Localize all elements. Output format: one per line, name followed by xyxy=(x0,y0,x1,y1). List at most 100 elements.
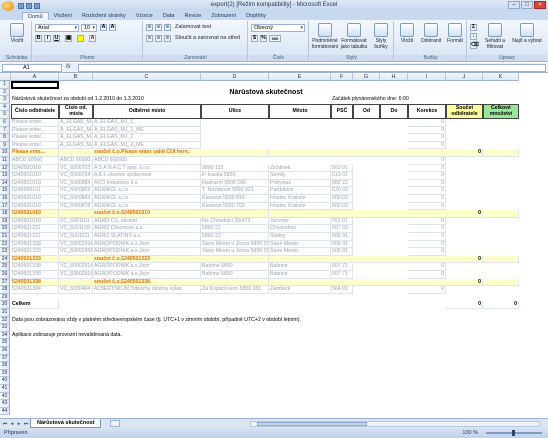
cell-f[interactable]: 563 01 xyxy=(331,164,353,173)
cell-d[interactable]: Batinne 5890 xyxy=(201,263,269,271)
cell-i[interactable]: 0 xyxy=(408,263,446,271)
column-header-d[interactable]: D xyxy=(201,73,269,81)
cell-f[interactable]: 530 03 xyxy=(331,187,353,195)
row-header[interactable]: 5 xyxy=(0,111,10,119)
cell-f[interactable]: 513 01 xyxy=(331,172,353,180)
cell-e[interactable]: Pribyslav xyxy=(269,179,331,188)
cell-f[interactable]: 500 03 xyxy=(331,202,353,211)
cell-d[interactable]: Kluisova 5890 703 xyxy=(201,202,269,211)
cell-c[interactable]: A S A N A C T spol. s r.o. xyxy=(93,164,201,173)
cell-f[interactable]: 551 01 xyxy=(331,217,353,226)
align-bottom-icon[interactable]: ≡ xyxy=(164,24,171,31)
cell-c[interactable]: AGROPODNIK a.s.Jicin xyxy=(93,263,201,271)
cell-j[interactable]: 0 xyxy=(446,149,483,157)
cell-b[interactable]: A_ELGAS_MJ_2 xyxy=(59,141,93,150)
selected-cell-a1[interactable] xyxy=(11,81,59,89)
tab-data[interactable]: Data xyxy=(158,12,180,20)
align-middle-icon[interactable]: ≡ xyxy=(155,24,162,31)
row-header[interactable]: 30 xyxy=(0,301,10,309)
cell-i[interactable]: 0 xyxy=(408,248,446,256)
cell-c[interactable]: AGRO SLATINY a.s. xyxy=(93,233,201,241)
cell-i[interactable]: 0 xyxy=(408,286,446,294)
cell-a[interactable]: ABCD 60000 xyxy=(11,157,59,165)
cell-c[interactable]: AGRIKOL s.r.o. xyxy=(93,202,201,211)
cell-e[interactable]: Pardubice xyxy=(269,187,331,195)
cell-d[interactable]: Stare Mesto u Jicina 5890 16 xyxy=(201,240,269,249)
align-right-icon[interactable]: ≡ xyxy=(164,35,171,42)
clear-icon[interactable]: ⌫ xyxy=(470,42,479,49)
cell-c[interactable]: AGRIKOL s.r.o. xyxy=(93,187,201,195)
cell-a[interactable]: 5240501010 xyxy=(11,179,59,188)
cell-b[interactable]: VC_6000291A xyxy=(59,263,93,271)
next-sheet-icon[interactable]: ▸ xyxy=(16,421,22,427)
cell-b[interactable]: A_ELGAS_MJ_1 xyxy=(59,119,93,127)
cell-b[interactable]: A_ELGAS_MJ_2 xyxy=(59,134,93,142)
tab-addins[interactable]: Doplňky xyxy=(241,12,271,20)
row-header[interactable]: 14 xyxy=(0,179,10,188)
cell-b[interactable]: VC_6001161 xyxy=(59,217,93,226)
column-header-a[interactable]: A xyxy=(11,73,59,81)
paste-button[interactable]: Vložit xyxy=(4,23,30,44)
cell-f[interactable]: 506 01 xyxy=(331,240,353,249)
format-cells-button[interactable]: Formát xyxy=(444,23,466,44)
cell-b[interactable]: VC_6000291A xyxy=(59,271,93,279)
cell-i[interactable]: 0 xyxy=(408,202,446,211)
cell-i[interactable]: 0 xyxy=(408,126,446,135)
align-center-icon[interactable]: ≡ xyxy=(155,35,162,42)
cell-a[interactable]: 5240500161 xyxy=(11,187,59,195)
cell-c[interactable]: ALBERTSKUM Odborny dicetny vylan xyxy=(93,286,201,294)
italic-button[interactable]: I xyxy=(44,35,51,42)
cell-e[interactable]: Slatiny xyxy=(269,233,331,241)
delete-cells-button[interactable]: Odstranit xyxy=(418,23,444,44)
prev-sheet-icon[interactable]: ◂ xyxy=(9,421,15,427)
row-header[interactable]: 1 xyxy=(0,81,10,89)
thousands-button[interactable]: 000 xyxy=(269,35,281,42)
cell-b[interactable]: VC_6000464 xyxy=(59,286,93,294)
tab-review[interactable]: Revize xyxy=(180,12,207,20)
cell-c[interactable]: ACO Industries k.s. xyxy=(93,179,201,188)
cell-c[interactable]: součet č.o.5240501338 xyxy=(93,278,269,287)
cell-a[interactable]: Please enter... xyxy=(11,134,59,142)
conditional-formatting-button[interactable]: Podmíněné formátování xyxy=(311,23,339,50)
horizontal-scrollbar[interactable] xyxy=(250,421,540,427)
format-as-table-button[interactable]: Formátovat jako tabulku xyxy=(340,23,368,50)
bold-button[interactable]: B xyxy=(35,35,42,42)
cell-e[interactable]: Batinne xyxy=(269,263,331,271)
cell-c[interactable]: A_ELGAS_MJ_2 xyxy=(93,134,201,142)
row-header[interactable]: 24 xyxy=(0,255,10,264)
row-header[interactable]: 20 xyxy=(0,225,10,233)
row-header[interactable]: 31 xyxy=(0,309,10,317)
cell-c[interactable]: AGRO Chlumcan a.s. xyxy=(93,225,201,233)
cell-a[interactable]: 5240501384 xyxy=(11,286,59,294)
column-header-f[interactable]: F xyxy=(331,73,353,81)
cell-j[interactable]: 0 xyxy=(446,255,483,264)
row-header[interactable]: 29 xyxy=(0,293,10,302)
tab-insert[interactable]: Vložení xyxy=(49,12,77,20)
row-header[interactable]: 10 xyxy=(0,149,10,157)
percent-button[interactable]: % xyxy=(260,35,267,42)
merge-center-button[interactable]: Sloučit a zarovnat na střed xyxy=(175,35,240,42)
cell-d[interactable]: F. Ivaska 5890 xyxy=(201,172,269,180)
cell-c[interactable]: A_ELGAS_MJ_1_ME xyxy=(93,126,201,135)
cell-i[interactable]: 0 xyxy=(408,172,446,180)
row-header[interactable]: 26 xyxy=(0,271,10,279)
cell-a[interactable]: 5240501010 xyxy=(11,202,59,211)
tab-page-layout[interactable]: Rozložení stránky xyxy=(77,12,131,20)
cell-i[interactable]: 0 xyxy=(408,164,446,173)
cell-a[interactable]: 5240501211 xyxy=(11,233,59,241)
cell-e[interactable]: Zichlinek xyxy=(269,164,331,173)
cell-e[interactable]: Chlumetice xyxy=(269,225,331,233)
row-header[interactable]: 18 xyxy=(0,210,10,218)
row-header[interactable]: 21 xyxy=(0,233,10,241)
cell-f[interactable]: 500 03 xyxy=(331,195,353,203)
cell-i[interactable]: 0 xyxy=(408,141,446,150)
column-header-i[interactable]: I xyxy=(408,73,446,81)
cell-i[interactable]: 0 xyxy=(408,271,446,279)
cell-i[interactable]: 0 xyxy=(408,119,446,127)
row-header[interactable]: 12 xyxy=(0,164,10,173)
cell-a[interactable]: 5240501010 xyxy=(11,217,59,226)
cell-b[interactable]: VC_6000878 xyxy=(59,202,93,211)
cell-b[interactable]: VC_6000703 xyxy=(59,164,93,173)
cell-d[interactable]: Na Chmelnici 20/473 xyxy=(201,217,269,226)
row-header[interactable]: 9 xyxy=(0,141,10,150)
